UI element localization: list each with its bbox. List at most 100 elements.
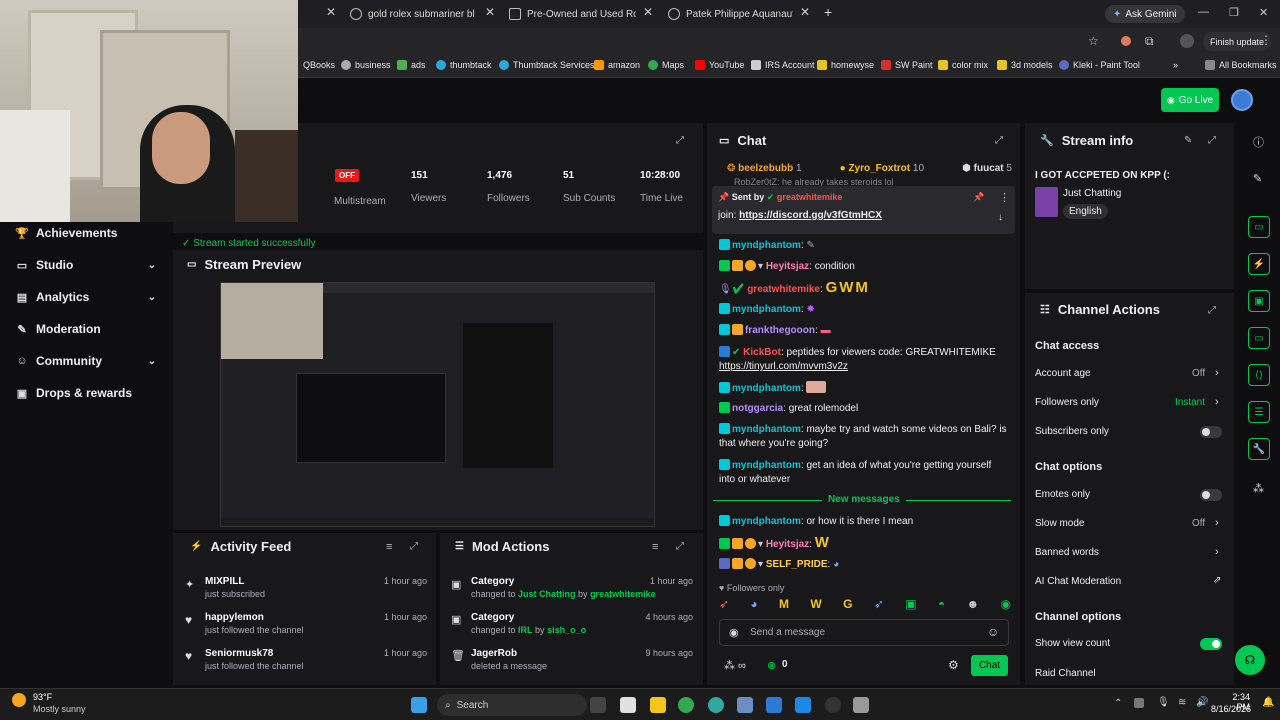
taskbar-search[interactable]: ⌕ Search (437, 694, 587, 716)
smile-emote-icon[interactable]: ▣ (905, 597, 916, 613)
bookmark-item[interactable]: SW Paint (881, 60, 933, 70)
list-item[interactable]: Seniormusk78 just followed the channel 1 h… (205, 648, 427, 671)
bookmark-item[interactable]: ads (397, 60, 426, 70)
smile-icon[interactable]: ☺ (987, 625, 999, 639)
weather-desc[interactable]: Mostly sunny (33, 704, 86, 714)
m-emote-icon[interactable]: M (779, 597, 789, 613)
chat-message[interactable]: ▾ Heyitsjaz: condition (719, 260, 1009, 274)
chevron-right-icon[interactable]: › (1215, 546, 1219, 558)
extension-icon[interactable] (1121, 36, 1131, 46)
pinned-message[interactable]: 📌 Sent by ✔ greatwhitemike join: https:/… (712, 186, 1015, 234)
bookmark-item[interactable]: IRS Account (751, 60, 815, 70)
external-link-icon[interactable]: ⇗ (1213, 575, 1221, 586)
browser-tab[interactable]: Pre-Owned and Used Rolex Wa (509, 4, 636, 24)
close-window-icon[interactable]: ✕ (1259, 6, 1268, 19)
leader-item[interactable]: ⬢ fuucat 5 (962, 163, 1012, 174)
help-button[interactable]: ☊ (1235, 645, 1265, 675)
star-icon[interactable]: ☆ (1088, 34, 1099, 48)
bookmark-item[interactable]: Kleki - Paint Tool (1059, 60, 1140, 70)
more-bookmarks-icon[interactable]: » (1173, 60, 1178, 70)
stream-preview-video[interactable] (220, 282, 655, 527)
bookmark-item[interactable]: homewyse (817, 60, 874, 70)
chat-input[interactable]: ◉ Send a message ☺ (719, 619, 1009, 646)
list-item[interactable]: happylemon just followed the channel 1 hou… (205, 612, 427, 635)
chat-username[interactable]: myndphantom (732, 460, 801, 471)
close-tab-icon[interactable]: ✕ (643, 5, 653, 19)
share-icon[interactable]: ⁂ (1253, 482, 1264, 495)
profile-icon[interactable] (1180, 34, 1194, 48)
app-icon[interactable] (708, 697, 724, 713)
rail-chat-button[interactable]: ▭ (1248, 216, 1270, 238)
chevron-right-icon[interactable]: › (1215, 396, 1219, 408)
windows-start-icon[interactable] (411, 697, 427, 713)
chat-username[interactable]: Heyitsjaz (766, 261, 809, 272)
sidebar-item-analytics[interactable]: ▤ Analytics ⌄ (16, 290, 156, 304)
edit-icon[interactable]: ✎ (1184, 135, 1192, 146)
chevron-right-icon[interactable]: › (1215, 367, 1219, 379)
sidebar-item-studio[interactable]: ▭ Studio ⌄ (16, 258, 156, 272)
sidebar-item-achievements[interactable]: 🏆 Achievements (15, 226, 156, 240)
pinned-link[interactable]: https://discord.gg/v3fGtmHCX (739, 210, 882, 221)
chat-emote-icon[interactable]: ◉ (1001, 597, 1011, 613)
chat-username[interactable]: myndphantom (732, 383, 801, 394)
gear-icon[interactable]: ⚙ (948, 658, 959, 672)
slow-mode-value[interactable]: Off (1192, 518, 1205, 529)
menu-icon[interactable]: ⋮ (1260, 33, 1272, 47)
tray-app-icon[interactable] (1134, 698, 1144, 708)
minimize-icon[interactable]: — (1198, 6, 1209, 18)
chat-username[interactable]: notggarcia (732, 403, 783, 414)
app-icon[interactable] (766, 697, 782, 713)
bookmark-item[interactable]: amazon (594, 60, 640, 70)
rocket-emote-icon[interactable]: ➶ (874, 597, 884, 613)
tray-chevron-icon[interactable]: ⌃ (1114, 698, 1122, 709)
rail-activity-button[interactable]: ⚡ (1248, 253, 1270, 275)
bookmark-item[interactable]: QBooks (303, 60, 335, 70)
chat-message[interactable]: ▾ Heyitsjaz: W (719, 535, 1009, 552)
chat-send-button[interactable]: Chat (971, 655, 1008, 676)
chat-message[interactable]: myndphantom: (719, 381, 1009, 396)
expand-icon[interactable]: ⤢ (676, 135, 684, 146)
chat-message[interactable]: frankthegooon: ▬ (719, 324, 1009, 338)
ai-moderation-label[interactable]: AI Chat Moderation (1035, 576, 1121, 587)
calculator-icon[interactable] (853, 697, 869, 713)
bookmark-item[interactable]: Maps (648, 60, 684, 70)
multistream-badge[interactable]: OFF (335, 169, 359, 182)
app-icon[interactable] (795, 697, 811, 713)
chat-username[interactable]: greatwhitemike (747, 284, 820, 295)
arrow-down-icon[interactable]: ↓ (998, 212, 1003, 223)
chat-username[interactable]: Heyitsjaz (766, 539, 809, 550)
volume-icon[interactable]: 🔊 (1196, 697, 1208, 708)
g-emote-icon[interactable]: G (843, 597, 852, 613)
followers-only-value[interactable]: Instant (1175, 397, 1205, 408)
list-item[interactable]: Category changed to IRL by sish_o_o 4 hour… (471, 612, 693, 635)
chat-username[interactable]: myndphantom (732, 516, 801, 527)
rail-preview-button[interactable]: ▣ (1248, 290, 1270, 312)
close-tab-icon[interactable]: ✕ (485, 5, 495, 19)
more-icon[interactable]: ⋮ (999, 191, 1010, 204)
expand-icon[interactable]: ⤢ (676, 541, 684, 552)
wifi-icon[interactable]: ≋ (1178, 697, 1186, 708)
filter-icon[interactable]: ≡ (652, 541, 658, 553)
app-icon[interactable] (737, 697, 753, 713)
notification-icon[interactable]: 🔔 (1262, 697, 1274, 708)
list-item[interactable]: Category changed to Just Chatting by grea… (471, 576, 693, 599)
folder-icon[interactable] (650, 697, 666, 713)
chat-username[interactable]: SELF_PRIDE (766, 559, 828, 570)
pin-icon[interactable]: 📌 (973, 192, 984, 203)
chat-message[interactable]: ✔ KickBot: peptides for viewers code: GR… (719, 346, 1009, 374)
chat-username[interactable]: KickBot (743, 347, 781, 358)
chat-message[interactable]: notggarcia: great rolemodel (719, 402, 1009, 416)
chat-message[interactable]: 🎙✔ greatwhitemike: GWM (719, 280, 1009, 297)
task-view-icon[interactable] (590, 697, 606, 713)
go-live-button[interactable]: ◉ Go Live (1161, 88, 1219, 112)
raid-channel-label[interactable]: Raid Channel (1035, 668, 1096, 679)
sidebar-item-moderation[interactable]: ✎ Moderation (16, 322, 156, 336)
chat-message[interactable]: myndphantom: ✎ (719, 239, 1009, 253)
list-item[interactable]: JagerRob deleted a message 9 hours ago (471, 648, 693, 671)
extensions-icon[interactable]: ⧉ (1145, 34, 1154, 49)
tag-badge[interactable]: English (1063, 204, 1108, 219)
rocket-emote-icon[interactable]: ➶ (719, 597, 729, 613)
list-item[interactable]: MIXPILL just subscribed 1 hour ago (205, 576, 427, 599)
new-tab-button[interactable]: + (824, 4, 832, 20)
mic-icon[interactable]: 🎙 (1157, 697, 1170, 708)
